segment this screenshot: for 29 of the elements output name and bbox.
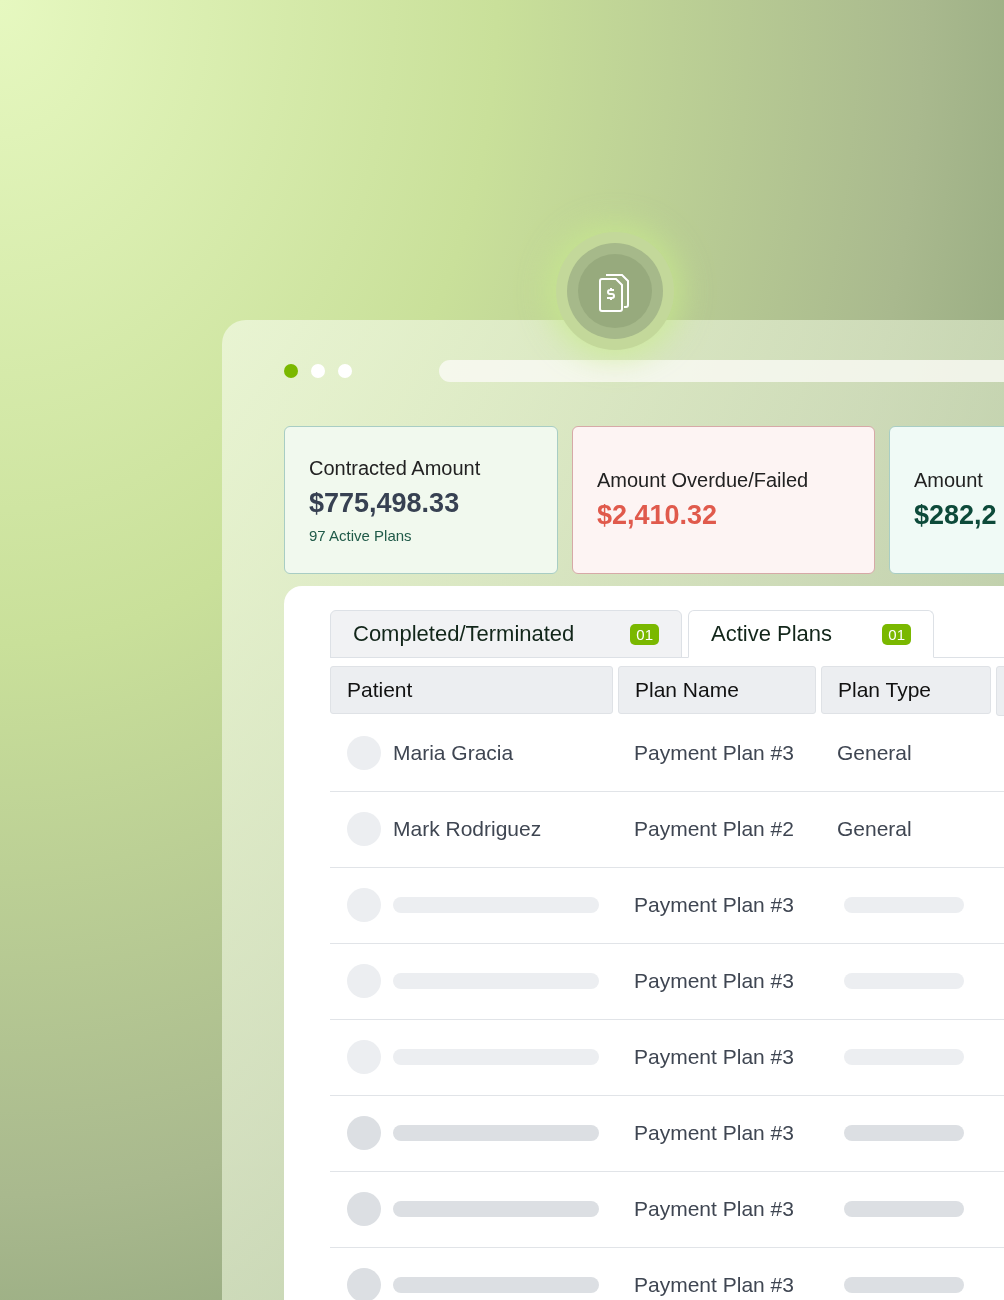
avatar-placeholder	[347, 1268, 381, 1300]
table-cell-text: Payment Plan #3	[634, 893, 795, 917]
table-cell-text: Maria Gracia	[393, 741, 515, 765]
table-cell-text: Payment Plan #3	[634, 1197, 795, 1221]
column-header[interactable]: Patient	[330, 665, 613, 714]
table-cell-text: Payment Plan #3	[634, 741, 795, 765]
table-cell-text: General	[837, 817, 913, 841]
tab[interactable]: Active Plans 01	[688, 610, 934, 658]
table-cell-text: Payment Plan #3	[634, 1045, 795, 1069]
table-cell-text: Payment Plan #3	[634, 1121, 795, 1145]
card-title: Contracted Amount	[309, 456, 482, 480]
card-amount: $282,2	[914, 500, 998, 531]
card-title: Amount Overdue/Failed	[597, 469, 810, 492]
card-title: Amount	[914, 469, 984, 492]
table-cell-text: General	[837, 741, 913, 765]
column-header[interactable]: Plan Type	[821, 665, 991, 714]
card-amount: $775,498.33	[309, 487, 461, 519]
card-note: 97 Active Plans	[309, 526, 413, 544]
tab[interactable]: Completed/Terminated 01	[330, 610, 682, 658]
card-amount: $2,410.32	[597, 500, 719, 531]
table-cell-text: Mark Rodriguez	[393, 817, 543, 841]
avatar-placeholder	[347, 1192, 381, 1226]
table-cell-text: Payment Plan #3	[634, 1273, 795, 1297]
column-header[interactable]: Plan Name	[618, 665, 816, 714]
avatar-placeholder	[347, 1116, 381, 1150]
count-badge: 01	[882, 623, 911, 645]
table-cell-text: Payment Plan #3	[634, 969, 795, 993]
table-cell-text: Payment Plan #2	[634, 817, 795, 841]
count-badge: 01	[630, 623, 659, 645]
